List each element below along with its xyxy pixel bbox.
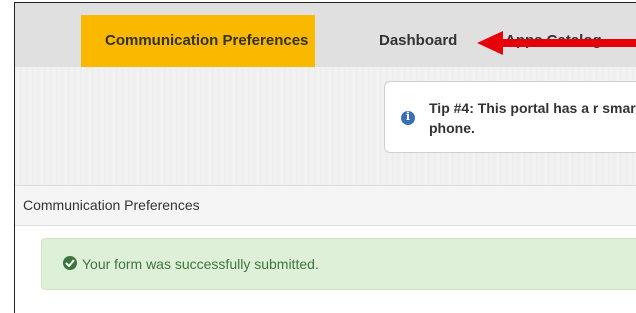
panel-heading: Communication Preferences [15,185,636,226]
panel-body: Your form was successfully submitted. [15,226,636,313]
check-circle-icon [63,256,77,270]
browser-viewport: Communication Preferences Dashboard Apps… [14,2,636,313]
alert-message: Your form was successfully submitted. [82,256,319,272]
red-arrow-annotation [477,31,636,55]
tab-communication-preferences[interactable]: Communication Preferences [81,15,315,67]
tab-dashboard[interactable]: Dashboard [379,15,457,67]
info-circle-icon [401,110,415,125]
success-alert: Your form was successfully submitted. [41,238,636,290]
panel-title: Communication Preferences [23,197,200,213]
banner-area: Tip #4: This portal has a r smart phone. [15,67,636,185]
tip-box: Tip #4: This portal has a r smart phone. [384,81,636,153]
tip-text: Tip #4: This portal has a r smart phone. [429,100,636,136]
top-navbar: Communication Preferences Dashboard Apps… [15,3,636,67]
